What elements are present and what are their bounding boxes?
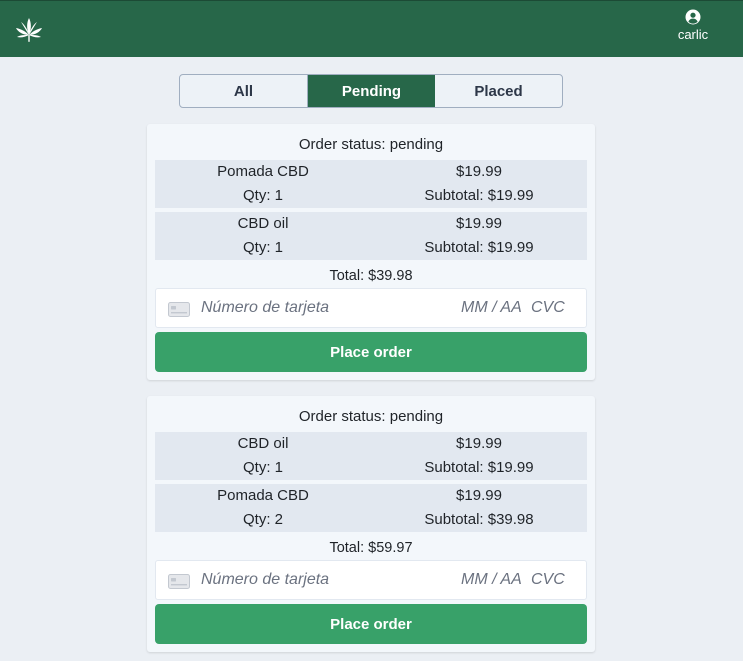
cvc-placeholder: CVC <box>531 299 565 316</box>
item-name: CBD oil <box>237 215 289 232</box>
username-label: carlic <box>677 27 709 42</box>
item-qty: Qty: 2 <box>242 511 283 528</box>
item-price: $19.99 <box>456 215 502 232</box>
item-subtotal: Subtotal: $19.99 <box>424 239 534 256</box>
item-qty: Qty: 1 <box>242 459 283 476</box>
tab-pending[interactable]: Pending <box>308 75 435 107</box>
order-status: Order status: pending <box>298 136 444 153</box>
order-item: Pomada CBD $19.99 Qty: 2 Subtotal: $39.9… <box>155 484 587 532</box>
order-total: Total: $39.98 <box>329 268 413 284</box>
card-number-field[interactable]: Número de tarjeta MM / AA CVC <box>155 288 587 328</box>
cvc-placeholder: CVC <box>531 571 565 588</box>
tab-all[interactable]: All <box>180 75 308 107</box>
item-subtotal: Subtotal: $19.99 <box>424 187 534 204</box>
order-total: Total: $59.97 <box>329 540 413 556</box>
credit-card-icon <box>168 574 190 589</box>
item-name: Pomada CBD <box>217 487 309 504</box>
card-number-placeholder: Número de tarjeta <box>201 299 330 316</box>
item-name: Pomada CBD <box>217 163 309 180</box>
order-item: CBD oil $19.99 Qty: 1 Subtotal: $19.99 <box>155 212 587 260</box>
item-price: $19.99 <box>456 487 502 504</box>
card-number-placeholder: Número de tarjeta <box>201 571 330 588</box>
credit-card-icon <box>168 302 190 317</box>
user-menu[interactable]: carlic <box>673 9 713 42</box>
order-item: Pomada CBD $19.99 Qty: 1 Subtotal: $19.9… <box>155 160 587 208</box>
order-item: CBD oil $19.99 Qty: 1 Subtotal: $19.99 <box>155 432 587 480</box>
card-number-field[interactable]: Número de tarjeta MM / AA CVC <box>155 560 587 600</box>
cannabis-leaf-icon[interactable] <box>15 17 43 43</box>
expiry-placeholder: MM / AA <box>461 299 522 316</box>
order-card: Order status: pending Pomada CBD $19.99 … <box>147 124 595 380</box>
item-subtotal: Subtotal: $19.99 <box>424 459 534 476</box>
order-filter-tabs: All Pending Placed <box>179 74 563 108</box>
item-name: CBD oil <box>237 435 289 452</box>
item-qty: Qty: 1 <box>242 187 283 204</box>
tab-placed[interactable]: Placed <box>435 75 562 107</box>
place-order-button[interactable]: Place order <box>155 332 587 372</box>
item-price: $19.99 <box>456 435 502 452</box>
order-status: Order status: pending <box>298 408 444 425</box>
order-card: Order status: pending CBD oil $19.99 Qty… <box>147 396 595 652</box>
item-qty: Qty: 1 <box>242 239 283 256</box>
user-circle-icon <box>685 9 701 25</box>
item-subtotal: Subtotal: $39.98 <box>424 511 534 528</box>
top-navbar: carlic <box>0 0 743 57</box>
item-price: $19.99 <box>456 163 502 180</box>
place-order-button[interactable]: Place order <box>155 604 587 644</box>
expiry-placeholder: MM / AA <box>461 571 522 588</box>
